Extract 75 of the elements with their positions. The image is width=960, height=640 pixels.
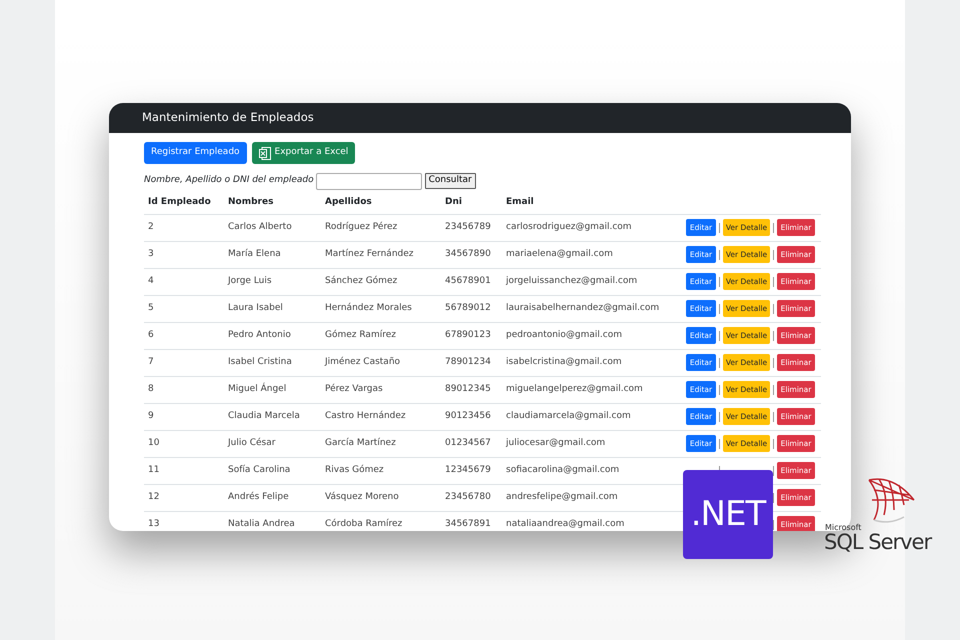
table-cell: Jorge Luis (228, 276, 272, 286)
column-header: Nombres (228, 197, 274, 207)
search-label: Nombre, Apellido o DNI del empleado (144, 174, 314, 188)
table-cell: Jiménez Castaño (325, 356, 400, 367)
table-cell: 9 (148, 410, 154, 421)
table-cell: Martínez Fernández (325, 248, 414, 259)
table-cell: sofiacarolina@gmail.com (506, 464, 620, 475)
consultar-button[interactable]: Consultar (424, 173, 476, 189)
table-cell: 8 (148, 384, 154, 394)
export-button[interactable]: Exportar a Excel (252, 142, 356, 164)
table-cell: 10 (148, 438, 160, 448)
logo-vendor-text: Microsoft (825, 524, 862, 532)
table-cell: andresfelipe@gmail.com (506, 492, 618, 502)
table-cell: Claudia Marcela (228, 410, 300, 421)
table-cell: Carlos Alberto (228, 222, 292, 232)
table-cell: mariaelena@gmail.com (506, 248, 613, 259)
table-cell: juliocesar@gmail.com (506, 438, 606, 448)
table-cell: Pérez Vargas (325, 384, 383, 394)
table-cell: pedroantonio@gmail.com (506, 330, 622, 340)
register-button[interactable]: Registrar Empleado (144, 142, 247, 164)
table-cell: 6 (148, 330, 154, 340)
card-title: Mantenimiento de Empleados (142, 109, 314, 126)
table-cell: 23456780 (445, 492, 491, 502)
column-header: Email (506, 197, 534, 207)
table-cell: Pedro Antonio (228, 330, 291, 340)
table-cell: 4 (148, 276, 154, 286)
table-cell: García Martínez (325, 438, 396, 448)
table-cell: Julio César (228, 438, 276, 448)
table-cell: 12 (148, 492, 160, 502)
column-header: Dni (445, 197, 462, 207)
table-cell: María Elena (228, 248, 281, 259)
table-cell: Isabel Cristina (228, 356, 292, 367)
table-cell: isabelcristina@gmail.com (506, 356, 622, 367)
table-cell: 78901234 (445, 356, 491, 367)
table-cell: 12345679 (445, 464, 491, 475)
table-cell: 13 (148, 519, 160, 529)
logo-product-text: SQL Server (824, 532, 932, 553)
search-field[interactable] (316, 172, 422, 190)
table-cell: 67890123 (445, 330, 491, 340)
table-cell: 11 (148, 464, 160, 475)
table-cell: 5 (148, 302, 154, 313)
table-cell: jorgeluissanchez@gmail.com (506, 276, 638, 286)
table-cell: 2 (148, 222, 154, 232)
table-cell: Córdoba Ramírez (325, 519, 402, 529)
column-header: Apellidos (325, 197, 372, 207)
table-cell: Castro Hernández (325, 410, 406, 421)
table-cell: Miguel Ángel (228, 384, 286, 394)
dotnet-logo: .NET (683, 470, 773, 559)
spreadsheet-icon (258, 146, 271, 160)
table-cell: Rivas Gómez (325, 464, 384, 475)
table-cell: lauraisabelhernandez@gmail.com (506, 302, 660, 313)
table-cell: claudiamarcela@gmail.com (506, 410, 631, 421)
table-cell: Vásquez Moreno (325, 492, 399, 502)
table-cell: miguelangelperez@gmail.com (506, 384, 643, 394)
table-cell: Sofía Carolina (228, 464, 290, 475)
table-cell: 34567890 (445, 248, 491, 259)
table-cell: Rodríguez Pérez (325, 222, 398, 232)
column-header: Id Empleado (148, 197, 211, 207)
table-cell: Hernández Morales (325, 302, 412, 313)
table-cell: Natalia Andrea (228, 519, 295, 529)
table-cell: 56789012 (445, 302, 491, 313)
table-cell: 23456789 (445, 222, 491, 232)
table-cell: 7 (148, 356, 154, 367)
table-cell: Laura Isabel (228, 302, 283, 313)
table-cell: carlosrodriguez@gmail.com (506, 222, 632, 232)
table-cell: 90123456 (445, 410, 491, 421)
table-cell: 34567891 (445, 519, 491, 529)
table-cell: 89012345 (445, 384, 491, 394)
table-cell: 3 (148, 248, 154, 259)
table-cell: Andrés Felipe (228, 492, 289, 502)
table-cell: nataliaandrea@gmail.com (506, 519, 624, 529)
table-cell: 01234567 (445, 438, 491, 448)
table-cell: Gómez Ramírez (325, 330, 396, 340)
table-cell: Sánchez Gómez (325, 276, 398, 286)
table-cell: 45678901 (445, 276, 491, 286)
